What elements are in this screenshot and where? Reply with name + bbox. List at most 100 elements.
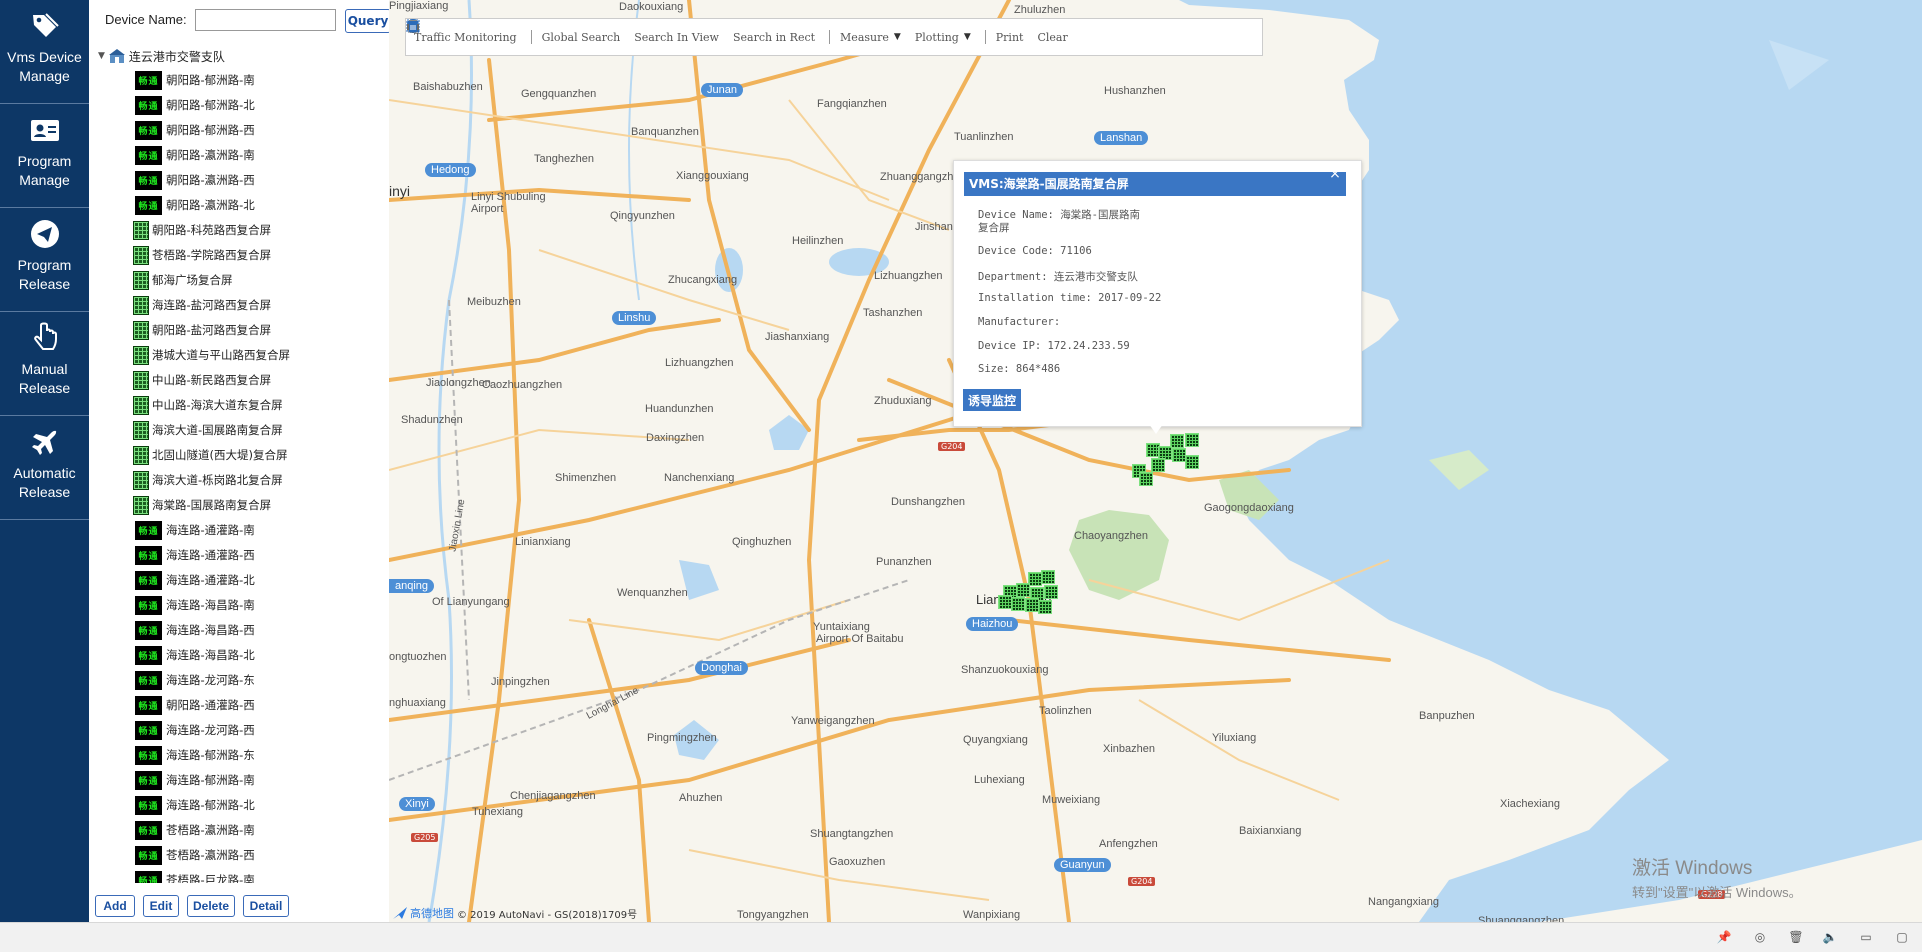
tree-item[interactable]: 畅通 海连路-郁洲路-南 (135, 769, 255, 791)
search-in-rect-button[interactable]: Search in Rect (406, 19, 815, 44)
edit-button[interactable]: Edit (143, 895, 179, 917)
window-icon[interactable]: ▭ (1858, 929, 1874, 945)
desktop-icon[interactable]: ▢ (1894, 929, 1910, 945)
tree-item[interactable]: 苍梧路-学院路西复合屏 (133, 244, 271, 266)
device-marker[interactable] (1016, 583, 1030, 597)
query-button[interactable]: Query (345, 9, 391, 33)
tree-item[interactable]: 畅通 朝阳路-郁洲路-北 (135, 94, 255, 116)
tree-item[interactable]: 朝阳路-科苑路西复合屏 (133, 219, 271, 241)
tree-item[interactable]: 畅通 海连路-龙河路-西 (135, 719, 255, 741)
tree-item[interactable]: 中山路-新民路西复合屏 (133, 369, 271, 391)
led-sign-icon: 畅通 (135, 745, 162, 765)
tree-item[interactable]: 中山路-海滨大道东复合屏 (133, 394, 283, 416)
nav-manual-release[interactable]: Manual Release (0, 312, 89, 416)
tree-item-label: 朝阳路-瀛洲路-西 (166, 173, 255, 187)
town-label: Tuhexiang (472, 806, 523, 818)
tree-item[interactable]: 畅通 朝阳路-通灌路-西 (135, 694, 255, 716)
pin-icon[interactable]: 📌 (1716, 929, 1732, 945)
tree-item[interactable]: 港城大道与平山路西复合屏 (133, 344, 290, 366)
device-marker[interactable] (1185, 433, 1199, 447)
close-icon[interactable]: × (1327, 167, 1343, 182)
tree-item[interactable]: 畅通 海连路-龙河路-东 (135, 669, 255, 691)
traffic-monitoring-button[interactable]: Traffic Monitoring (407, 21, 517, 44)
clear-button[interactable]: Clear (408, 21, 1068, 44)
caret-down-icon: ▼ (893, 32, 901, 42)
tree-item[interactable]: 海棠路-国展路南复合屏 (133, 494, 271, 516)
tree-item[interactable]: 畅通 海连路-通灌路-西 (135, 544, 255, 566)
tree-item[interactable]: 畅通 朝阳路-郁洲路-南 (135, 69, 255, 91)
device-marker[interactable] (1038, 600, 1052, 614)
led-sign-text: 畅通 (138, 126, 159, 137)
popup-device-ip: Device IP: 172.24.233.59 (978, 340, 1130, 352)
device-name-value: 海棠路-国展路南 (1060, 209, 1141, 221)
collapse-triangle-icon[interactable]: ▼ (98, 51, 105, 61)
guidance-monitor-button[interactable]: 诱导监控 (963, 389, 1022, 411)
tree-item[interactable]: 畅通 朝阳路-瀛洲路-南 (135, 144, 255, 166)
city-label: anqing (389, 579, 435, 593)
tree-item[interactable]: 畅通 苍梧路-瀛洲路-南 (135, 819, 255, 841)
device-marker[interactable] (998, 595, 1012, 609)
device-marker[interactable] (1044, 585, 1058, 599)
led-sign-text: 畅通 (138, 776, 159, 787)
tree-item[interactable]: 海连路-盐河路西复合屏 (133, 294, 271, 316)
tree-item[interactable]: 海滨大道-国展路南复合屏 (133, 419, 283, 441)
town-label: Heilinzhen (792, 235, 844, 247)
nav-label: Program Manage (17, 153, 72, 188)
print-button[interactable]: Print (407, 20, 1023, 44)
town-label: Gaogongdaoxiang (1204, 502, 1294, 514)
town-label: Lizhuangzhen (665, 357, 734, 369)
device-marker[interactable] (1139, 472, 1153, 486)
town-label: Tongyangzhen (737, 909, 809, 921)
composite-screen-icon (133, 495, 149, 515)
tree-item[interactable]: 朝阳路-盐河路西复合屏 (133, 319, 271, 341)
device-marker[interactable] (1172, 448, 1186, 462)
tree-item[interactable]: 北固山隧道(西大堤)复合屏 (133, 444, 287, 466)
device-marker[interactable] (1025, 598, 1039, 612)
global-search-button[interactable]: Global Search (407, 20, 620, 44)
device-marker[interactable] (1151, 458, 1165, 472)
tree-item[interactable]: 畅通 海连路-通灌路-南 (135, 519, 255, 541)
tree-item[interactable]: 畅通 苍梧路-巨龙路-南 (135, 869, 255, 883)
nav-automatic-release[interactable]: Automatic Release (0, 416, 89, 520)
led-sign-text: 畅通 (138, 101, 159, 112)
add-button[interactable]: Add (95, 895, 135, 917)
tree-item[interactable]: 畅通 苍梧路-瀛洲路-西 (135, 844, 255, 866)
device-name-input[interactable] (195, 9, 336, 31)
trash-icon[interactable]: 🗑 (1788, 929, 1804, 945)
nav-program-manage[interactable]: Program Manage (0, 104, 89, 208)
device-marker[interactable] (1028, 572, 1042, 586)
device-marker[interactable] (1170, 434, 1184, 448)
detail-button[interactable]: Detail (243, 895, 289, 917)
tree-item[interactable]: 畅通 朝阳路-郁洲路-西 (135, 119, 255, 141)
tree-item[interactable]: 畅通 海连路-通灌路-北 (135, 569, 255, 591)
city-label: Junan (701, 83, 743, 97)
measure-dropdown[interactable]: Measure ▼ (410, 19, 901, 44)
tree-item[interactable]: 海滨大道-栎岗路北复合屏 (133, 469, 283, 491)
device-marker[interactable] (1041, 570, 1055, 584)
delete-button[interactable]: Delete (187, 895, 235, 917)
town-label: Shuanggangzhen (1478, 915, 1565, 922)
led-sign-text: 畅通 (138, 676, 159, 687)
tree-item[interactable]: 畅通 海连路-海昌路-北 (135, 644, 255, 666)
led-sign-icon: 畅通 (135, 595, 162, 615)
tree-item[interactable]: 畅通 朝阳路-瀛洲路-西 (135, 169, 255, 191)
tree-item[interactable]: 郁海广场复合屏 (133, 269, 233, 291)
compass-icon[interactable]: ◎ (1752, 929, 1768, 945)
search-in-view-button[interactable]: Search In View (407, 20, 719, 44)
device-info-popup: VMS:海棠路-国展路南复合屏 × Device Name: 海棠路-国展路南 … (953, 160, 1362, 434)
nav-program-release[interactable]: Program Release (0, 208, 89, 312)
tree-item[interactable]: 畅通 海连路-海昌路-西 (135, 619, 255, 641)
tree-root[interactable]: ▼ 连云港市交警支队 (98, 47, 225, 65)
tree-item[interactable]: 畅通 朝阳路-瀛洲路-北 (135, 194, 255, 216)
device-marker[interactable] (1185, 455, 1199, 469)
tree-item[interactable]: 畅通 海连路-海昌路-南 (135, 594, 255, 616)
map-view[interactable]: JunanHedongLanshanLinshuGanyuDonghaiHaiz… (389, 0, 1922, 922)
plotting-dropdown[interactable]: Plotting ▼ (408, 19, 971, 44)
tree-item[interactable]: 畅通 海连路-郁洲路-北 (135, 794, 255, 816)
device-marker[interactable] (1011, 597, 1025, 611)
town-label: Xinbazhen (1103, 743, 1155, 755)
volume-icon[interactable]: 🔈 (1822, 929, 1838, 945)
tree-item[interactable]: 畅通 海连路-郁洲路-东 (135, 744, 255, 766)
nav-label: Program Release (17, 257, 72, 292)
nav-vms-device-manage[interactable]: Vms Device Manage (0, 0, 89, 104)
